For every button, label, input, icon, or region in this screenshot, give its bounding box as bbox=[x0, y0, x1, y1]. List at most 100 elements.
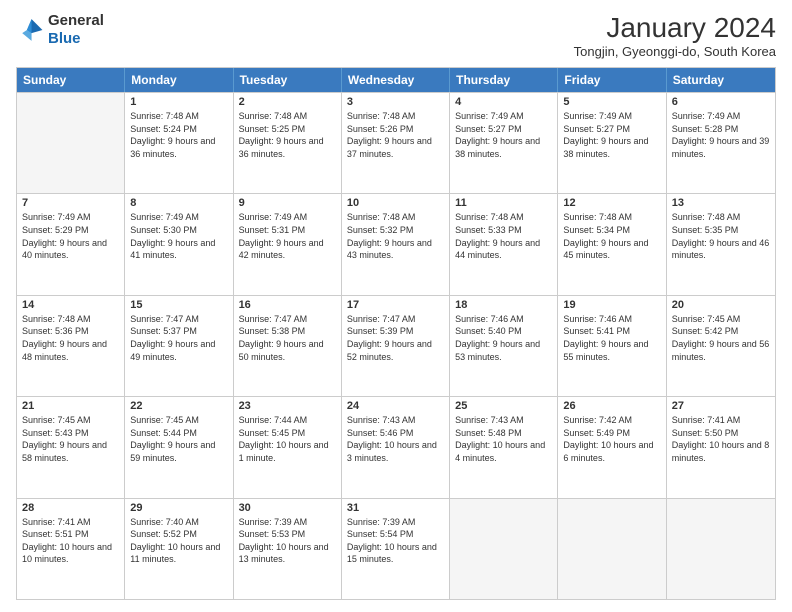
day-info: Sunrise: 7:41 AMSunset: 5:51 PMDaylight:… bbox=[22, 516, 119, 566]
day-info: Sunrise: 7:39 AMSunset: 5:53 PMDaylight:… bbox=[239, 516, 336, 566]
day-number: 25 bbox=[455, 400, 552, 412]
calendar-cell: 8Sunrise: 7:49 AMSunset: 5:30 PMDaylight… bbox=[125, 194, 233, 294]
day-info: Sunrise: 7:40 AMSunset: 5:52 PMDaylight:… bbox=[130, 516, 227, 566]
day-number: 21 bbox=[22, 400, 119, 412]
day-info: Sunrise: 7:47 AMSunset: 5:37 PMDaylight:… bbox=[130, 313, 227, 363]
day-info: Sunrise: 7:46 AMSunset: 5:41 PMDaylight:… bbox=[563, 313, 660, 363]
calendar-cell: 7 Sunrise: 7:49 AMSunset: 5:29 PMDaylight… bbox=[17, 194, 125, 294]
day-number: 13 bbox=[672, 197, 770, 209]
day-number: 26 bbox=[563, 400, 660, 412]
day-info: Sunrise: 7:47 AMSunset: 5:39 PMDaylight:… bbox=[347, 313, 444, 363]
calendar-cell: 17 Sunrise: 7:47 AMSunset: 5:39 PMDayligh… bbox=[342, 296, 450, 396]
day-number: 4 bbox=[455, 96, 552, 108]
day-info: Sunrise: 7:48 AMSunset: 5:36 PMDaylight:… bbox=[22, 313, 119, 363]
calendar-header-thursday: Thursday bbox=[450, 68, 558, 92]
calendar-cell: 20 Sunrise: 7:45 AMSunset: 5:42 PMDayligh… bbox=[667, 296, 775, 396]
calendar-cell: 22 Sunrise: 7:45 AMSunset: 5:44 PMDayligh… bbox=[125, 397, 233, 497]
month-title: January 2024 bbox=[574, 12, 776, 44]
calendar-header-monday: Monday bbox=[125, 68, 233, 92]
day-info: Sunrise: 7:48 AMSunset: 5:33 PMDaylight:… bbox=[455, 211, 552, 261]
calendar-row-2: 14 Sunrise: 7:48 AMSunset: 5:36 PMDayligh… bbox=[17, 295, 775, 396]
day-number: 30 bbox=[239, 502, 336, 514]
day-info: Sunrise: 7:49 AMSunset: 5:27 PMDaylight:… bbox=[455, 110, 552, 160]
calendar-header-wednesday: Wednesday bbox=[342, 68, 450, 92]
day-info: Sunrise: 7:48 AMSunset: 5:24 PMDaylight:… bbox=[130, 110, 227, 160]
day-info: Sunrise: 7:39 AMSunset: 5:54 PMDaylight:… bbox=[347, 516, 444, 566]
calendar-cell: 24 Sunrise: 7:43 AMSunset: 5:46 PMDayligh… bbox=[342, 397, 450, 497]
day-number: 19 bbox=[563, 299, 660, 311]
calendar-header-sunday: Sunday bbox=[17, 68, 125, 92]
day-info: Sunrise: 7:47 AMSunset: 5:38 PMDaylight:… bbox=[239, 313, 336, 363]
calendar-cell: 25 Sunrise: 7:43 AMSunset: 5:48 PMDayligh… bbox=[450, 397, 558, 497]
calendar-cell: 18Sunrise: 7:46 AMSunset: 5:40 PMDayligh… bbox=[450, 296, 558, 396]
calendar-cell: 4 Sunrise: 7:49 AMSunset: 5:27 PMDaylight… bbox=[450, 93, 558, 193]
calendar-cell bbox=[17, 93, 125, 193]
logo-blue: Blue bbox=[48, 30, 81, 47]
day-info: Sunrise: 7:43 AMSunset: 5:48 PMDaylight:… bbox=[455, 414, 552, 464]
calendar-cell: 14 Sunrise: 7:48 AMSunset: 5:36 PMDayligh… bbox=[17, 296, 125, 396]
day-number: 6 bbox=[672, 96, 770, 108]
calendar-cell bbox=[667, 499, 775, 599]
day-number: 12 bbox=[563, 197, 660, 209]
day-info: Sunrise: 7:42 AMSunset: 5:49 PMDaylight:… bbox=[563, 414, 660, 464]
day-info: Sunrise: 7:41 AMSunset: 5:50 PMDaylight:… bbox=[672, 414, 770, 464]
calendar-cell: 12 Sunrise: 7:48 AMSunset: 5:34 PMDayligh… bbox=[558, 194, 666, 294]
calendar-header-row: SundayMondayTuesdayWednesdayThursdayFrid… bbox=[17, 68, 775, 92]
day-number: 29 bbox=[130, 502, 227, 514]
calendar-cell: 16Sunrise: 7:47 AMSunset: 5:38 PMDayligh… bbox=[234, 296, 342, 396]
calendar-cell: 1 Sunrise: 7:48 AMSunset: 5:24 PMDaylight… bbox=[125, 93, 233, 193]
day-number: 11 bbox=[455, 197, 552, 209]
day-info: Sunrise: 7:48 AMSunset: 5:34 PMDaylight:… bbox=[563, 211, 660, 261]
day-info: Sunrise: 7:45 AMSunset: 5:44 PMDaylight:… bbox=[130, 414, 227, 464]
generalblue-logo-icon bbox=[16, 16, 44, 44]
calendar-cell bbox=[558, 499, 666, 599]
day-number: 15 bbox=[130, 299, 227, 311]
calendar-cell: 11 Sunrise: 7:48 AMSunset: 5:33 PMDayligh… bbox=[450, 194, 558, 294]
header: General Blue January 2024 Tongjin, Gyeon… bbox=[16, 12, 776, 59]
day-number: 14 bbox=[22, 299, 119, 311]
day-info: Sunrise: 7:48 AMSunset: 5:25 PMDaylight:… bbox=[239, 110, 336, 160]
calendar-header-friday: Friday bbox=[558, 68, 666, 92]
calendar-row-4: 28 Sunrise: 7:41 AMSunset: 5:51 PMDayligh… bbox=[17, 498, 775, 599]
day-info: Sunrise: 7:43 AMSunset: 5:46 PMDaylight:… bbox=[347, 414, 444, 464]
calendar-cell: 31Sunrise: 7:39 AMSunset: 5:54 PMDayligh… bbox=[342, 499, 450, 599]
calendar-cell: 10Sunrise: 7:48 AMSunset: 5:32 PMDayligh… bbox=[342, 194, 450, 294]
day-info: Sunrise: 7:49 AMSunset: 5:27 PMDaylight:… bbox=[563, 110, 660, 160]
day-number: 8 bbox=[130, 197, 227, 209]
day-number: 2 bbox=[239, 96, 336, 108]
day-info: Sunrise: 7:48 AMSunset: 5:35 PMDaylight:… bbox=[672, 211, 770, 261]
calendar-cell: 9 Sunrise: 7:49 AMSunset: 5:31 PMDaylight… bbox=[234, 194, 342, 294]
page: General Blue January 2024 Tongjin, Gyeon… bbox=[0, 0, 792, 612]
calendar-cell: 5Sunrise: 7:49 AMSunset: 5:27 PMDaylight… bbox=[558, 93, 666, 193]
day-number: 9 bbox=[239, 197, 336, 209]
calendar-cell: 19 Sunrise: 7:46 AMSunset: 5:41 PMDayligh… bbox=[558, 296, 666, 396]
day-info: Sunrise: 7:46 AMSunset: 5:40 PMDaylight:… bbox=[455, 313, 552, 363]
day-number: 27 bbox=[672, 400, 770, 412]
day-number: 7 bbox=[22, 197, 119, 209]
calendar-cell: 2 Sunrise: 7:48 AMSunset: 5:25 PMDaylight… bbox=[234, 93, 342, 193]
calendar-header-saturday: Saturday bbox=[667, 68, 775, 92]
day-number: 22 bbox=[130, 400, 227, 412]
day-info: Sunrise: 7:44 AMSunset: 5:45 PMDaylight:… bbox=[239, 414, 336, 464]
calendar-cell: 21 Sunrise: 7:45 AMSunset: 5:43 PMDayligh… bbox=[17, 397, 125, 497]
calendar-cell: 28 Sunrise: 7:41 AMSunset: 5:51 PMDayligh… bbox=[17, 499, 125, 599]
calendar-cell bbox=[450, 499, 558, 599]
day-number: 1 bbox=[130, 96, 227, 108]
day-info: Sunrise: 7:49 AMSunset: 5:29 PMDaylight:… bbox=[22, 211, 119, 261]
calendar-cell: 27 Sunrise: 7:41 AMSunset: 5:50 PMDayligh… bbox=[667, 397, 775, 497]
day-info: Sunrise: 7:49 AMSunset: 5:28 PMDaylight:… bbox=[672, 110, 770, 160]
day-number: 17 bbox=[347, 299, 444, 311]
location-subtitle: Tongjin, Gyeonggi-do, South Korea bbox=[574, 44, 776, 59]
calendar-cell: 23Sunrise: 7:44 AMSunset: 5:45 PMDayligh… bbox=[234, 397, 342, 497]
logo: General Blue bbox=[16, 12, 104, 48]
calendar-cell: 29 Sunrise: 7:40 AMSunset: 5:52 PMDayligh… bbox=[125, 499, 233, 599]
calendar-cell: 13 Sunrise: 7:48 AMSunset: 5:35 PMDayligh… bbox=[667, 194, 775, 294]
day-number: 24 bbox=[347, 400, 444, 412]
day-info: Sunrise: 7:45 AMSunset: 5:42 PMDaylight:… bbox=[672, 313, 770, 363]
day-info: Sunrise: 7:45 AMSunset: 5:43 PMDaylight:… bbox=[22, 414, 119, 464]
day-info: Sunrise: 7:49 AMSunset: 5:31 PMDaylight:… bbox=[239, 211, 336, 261]
calendar-row-0: 1 Sunrise: 7:48 AMSunset: 5:24 PMDaylight… bbox=[17, 92, 775, 193]
day-number: 28 bbox=[22, 502, 119, 514]
day-number: 20 bbox=[672, 299, 770, 311]
calendar-body: 1 Sunrise: 7:48 AMSunset: 5:24 PMDaylight… bbox=[17, 92, 775, 599]
